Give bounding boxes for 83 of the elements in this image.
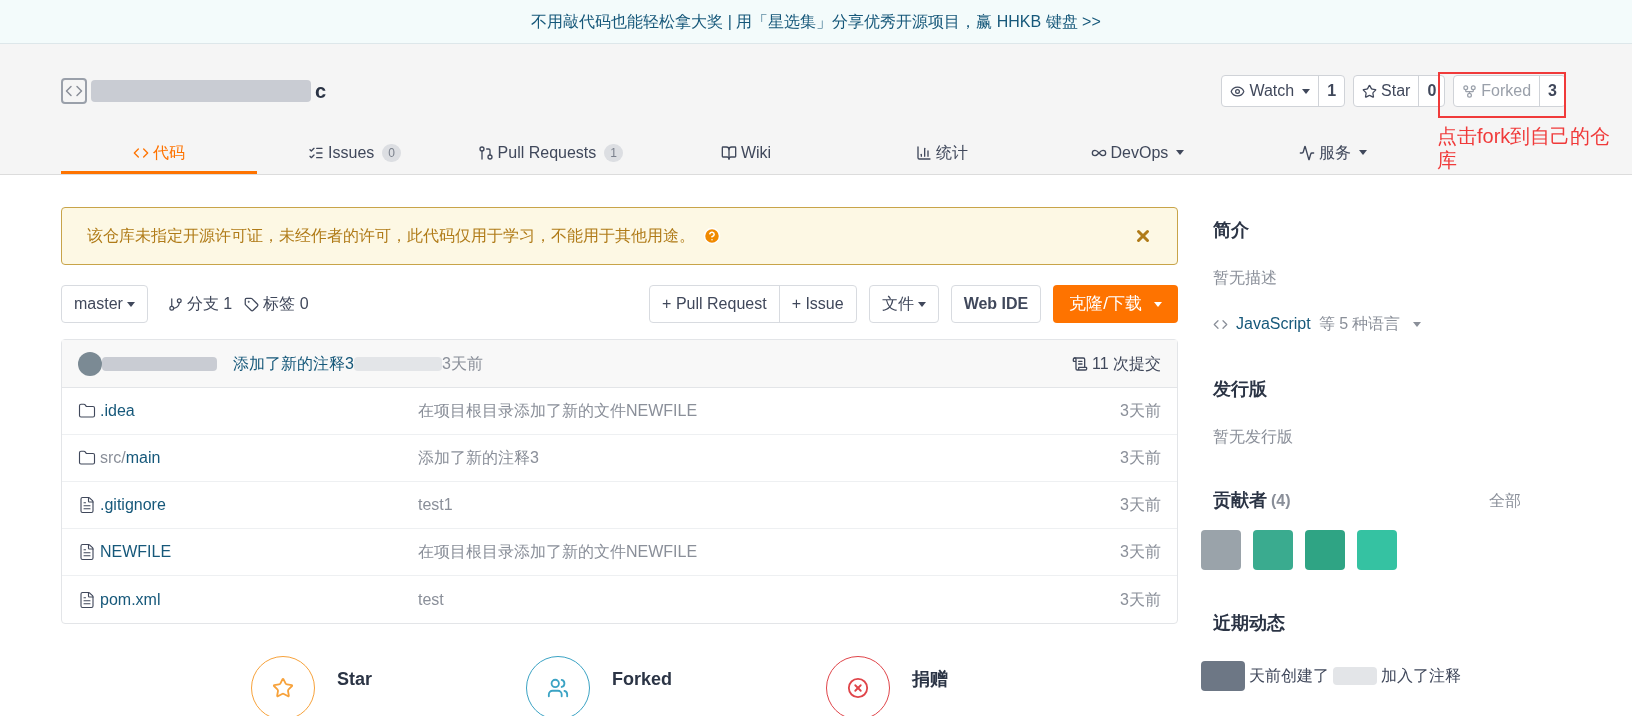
caret-icon [1412, 322, 1421, 328]
star-icon [1362, 83, 1378, 99]
close-icon[interactable] [1134, 227, 1152, 245]
releases-text: 暂无发行版 [1213, 427, 1294, 447]
caret-icon [1154, 302, 1162, 308]
file-time: 3天前 [1120, 495, 1161, 515]
file-link[interactable]: .gitignore [100, 493, 166, 517]
file-link[interactable]: .idea [100, 399, 135, 423]
repo-icon [61, 78, 87, 104]
file-time: 3天前 [1120, 448, 1161, 468]
nav-tab[interactable]: Wiki [648, 134, 844, 174]
count-badge: 0 [382, 143, 402, 162]
blurred-block [1357, 530, 1397, 570]
branch-icon [167, 296, 183, 312]
watch-icon [1230, 83, 1246, 99]
nav-tab[interactable]: DevOps [1039, 134, 1236, 174]
file-link[interactable]: src/main [100, 446, 161, 470]
languages-link[interactable]: JavaScript 等 5 种语言 [1213, 312, 1573, 336]
tags-link[interactable]: 标签 0 [244, 292, 309, 316]
folder-icon [78, 449, 96, 467]
file-commit-message: test [418, 589, 444, 610]
section-title: 贡献者 [1213, 489, 1267, 512]
card-title: 捐赠 [912, 668, 948, 691]
file-time: 3天前 [1120, 401, 1161, 421]
activity-text: 加入了注释 [1381, 666, 1461, 686]
help-icon[interactable] [703, 227, 721, 245]
section-title: 发行版 [1213, 378, 1268, 401]
file-commit-message: 添加了新的注释3 [418, 448, 539, 468]
blurred-block [1305, 530, 1345, 570]
blurred-block [1253, 530, 1293, 570]
annotation-text: 点击fork到自己的仓库 [1437, 124, 1612, 172]
branch-dropdown[interactable]: master [61, 285, 148, 323]
caret-icon [1302, 88, 1311, 94]
nav-tab[interactable]: Pull Requests 1 [452, 134, 649, 174]
card-title: Star [337, 668, 372, 691]
section-title: 简介 [1213, 219, 1250, 242]
nav-tab[interactable]: 统计 [843, 134, 1040, 174]
count-label: 3 [1539, 76, 1565, 106]
commit-message[interactable]: 添加了新的注释3 [233, 351, 354, 376]
file-time: 3天前 [1120, 589, 1161, 610]
file-icon [78, 543, 96, 561]
branches-link[interactable]: 分支 1 [167, 292, 233, 316]
promo-link[interactable]: 不用敲代码也能轻松拿大奖 | 用「星选集」分享优秀开源项目，赢 HHKB 键盘 >> [531, 9, 1101, 34]
repo-name: c [315, 79, 327, 104]
file-link[interactable]: NEWFILE [100, 540, 172, 564]
notice-text: 该仓库未指定开源许可证，未经作者的许可，此代码仅用于学习，不能用于其他用途。 [87, 226, 695, 246]
count-label: 1 [1318, 76, 1345, 106]
watch-button[interactable]: Watch [1222, 76, 1319, 106]
section-title: 近期动态 [1213, 612, 1286, 635]
web-ide-button[interactable]: Web IDE [950, 285, 1042, 323]
issue-button[interactable]: + Issue [778, 286, 856, 322]
caret-icon [126, 301, 135, 307]
blurred-block [1333, 667, 1377, 685]
intro-text: 暂无描述 [1213, 268, 1278, 288]
file-icon [78, 496, 96, 514]
commits-link[interactable]: 11 次提交 [1071, 351, 1161, 376]
caret-icon [1176, 150, 1185, 155]
tag-icon [244, 296, 260, 312]
caret-icon [917, 301, 926, 307]
file-commit-message: 在项目根目录添加了新的文件NEWFILE [418, 401, 698, 421]
document-icon [1071, 355, 1088, 372]
count-badge: 1 [604, 143, 623, 162]
avatar [78, 351, 102, 376]
file-link[interactable]: pom.xml [100, 587, 161, 612]
file-icon [78, 590, 96, 609]
nav-tab[interactable]: Issues 0 [256, 134, 453, 174]
caret-icon [1359, 150, 1368, 155]
files-dropdown[interactable]: 文件 [868, 285, 939, 323]
file-commit-message: 在项目根目录添加了新的文件NEWFILE [418, 542, 698, 562]
folder-icon [78, 402, 96, 420]
nav-tab[interactable]: 服务 [1235, 134, 1431, 174]
file-time: 3天前 [1120, 542, 1161, 562]
fork-icon [1462, 83, 1478, 99]
file-commit-message: test1 [418, 495, 453, 515]
star-button[interactable]: Star [1354, 76, 1419, 106]
pull-request-button[interactable]: + Pull Request [650, 286, 779, 322]
activity-text: 天前创建了 [1249, 666, 1329, 686]
card-title: Forked [612, 668, 672, 691]
count-label: 0 [1418, 76, 1445, 106]
blurred-block [1201, 530, 1241, 570]
blurred-block [1201, 661, 1245, 691]
commit-time: 3天前 [441, 353, 483, 374]
contributors-count: (4) [1271, 490, 1291, 511]
